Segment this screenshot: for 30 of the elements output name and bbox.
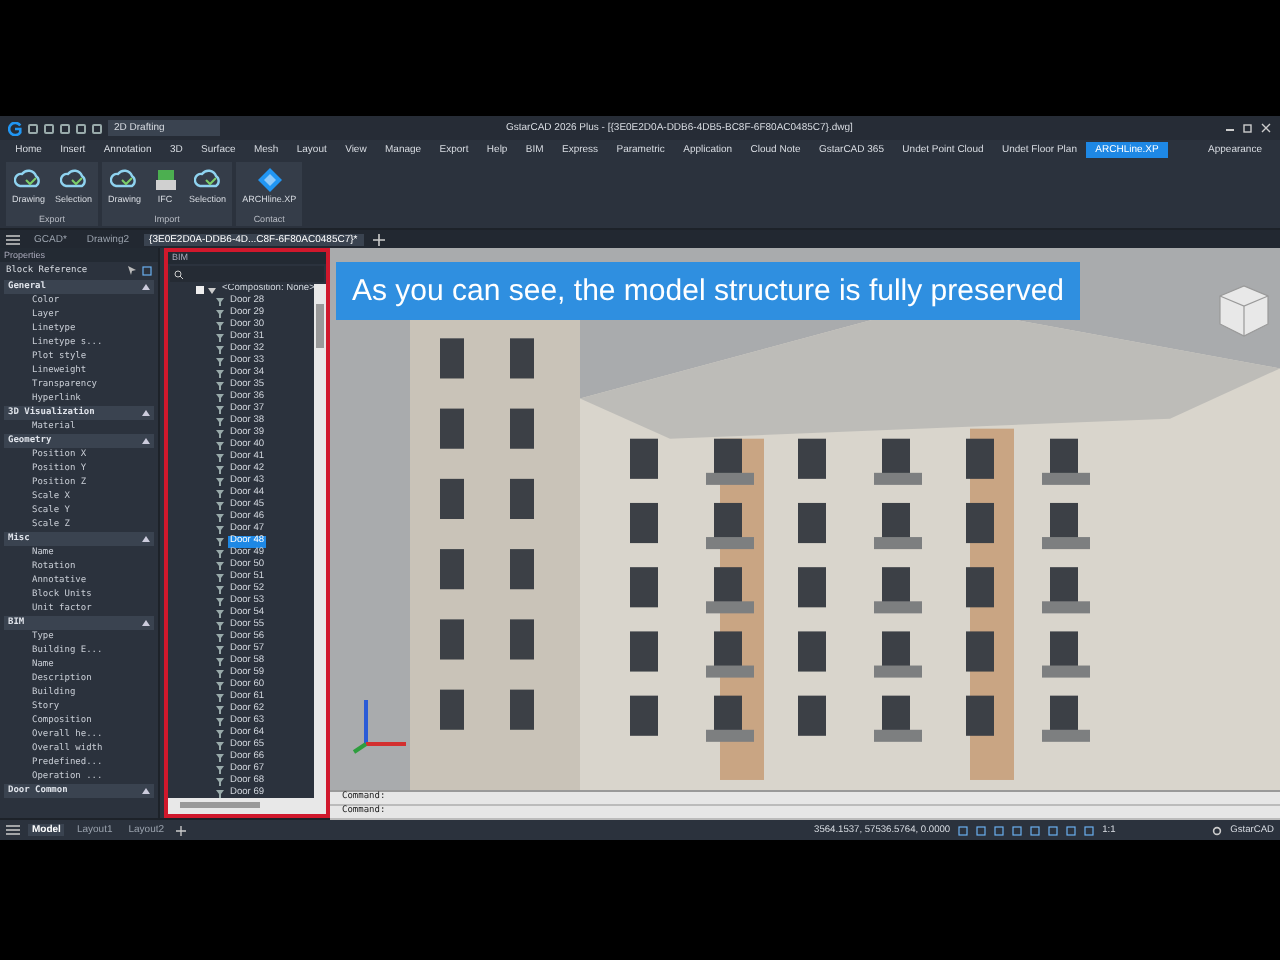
settings-icon[interactable] (1212, 825, 1223, 835)
menu-icon[interactable] (6, 824, 20, 836)
collapse-caret-icon[interactable] (142, 284, 150, 290)
add-tab-icon[interactable] (371, 233, 386, 245)
collapse-caret-icon[interactable] (142, 620, 150, 626)
ifc-icon (155, 170, 176, 190)
cloud-icon (14, 169, 41, 188)
ucs-axes-icon (350, 694, 410, 754)
cloud-icon (59, 169, 86, 188)
collapse-caret-icon[interactable] (142, 788, 150, 794)
app-logo-icon[interactable] (8, 121, 22, 135)
cloud-icon (193, 169, 220, 188)
collapse-caret-icon[interactable] (142, 438, 150, 444)
collapse-caret-icon[interactable] (142, 410, 150, 416)
cloud-icon (110, 169, 137, 188)
horizontal-scrollbar[interactable] (168, 798, 326, 814)
close-icon[interactable] (1260, 122, 1272, 134)
search-field[interactable] (170, 266, 324, 282)
collapse-caret-icon[interactable] (142, 536, 150, 542)
scrollbar[interactable] (314, 284, 326, 798)
search-icon (174, 269, 184, 279)
diamond-logo-icon (257, 168, 282, 192)
select-objects-icon[interactable] (128, 266, 138, 276)
quick-select-icon[interactable] (142, 266, 152, 276)
restore-icon[interactable] (1242, 122, 1254, 134)
menu-icon[interactable] (6, 233, 20, 245)
checkbox[interactable] (196, 286, 204, 294)
video-caption: As you can see, the model structure is fully preserved (336, 262, 1081, 320)
expand-caret-icon[interactable] (208, 287, 216, 293)
add-tab-icon[interactable] (176, 825, 187, 835)
